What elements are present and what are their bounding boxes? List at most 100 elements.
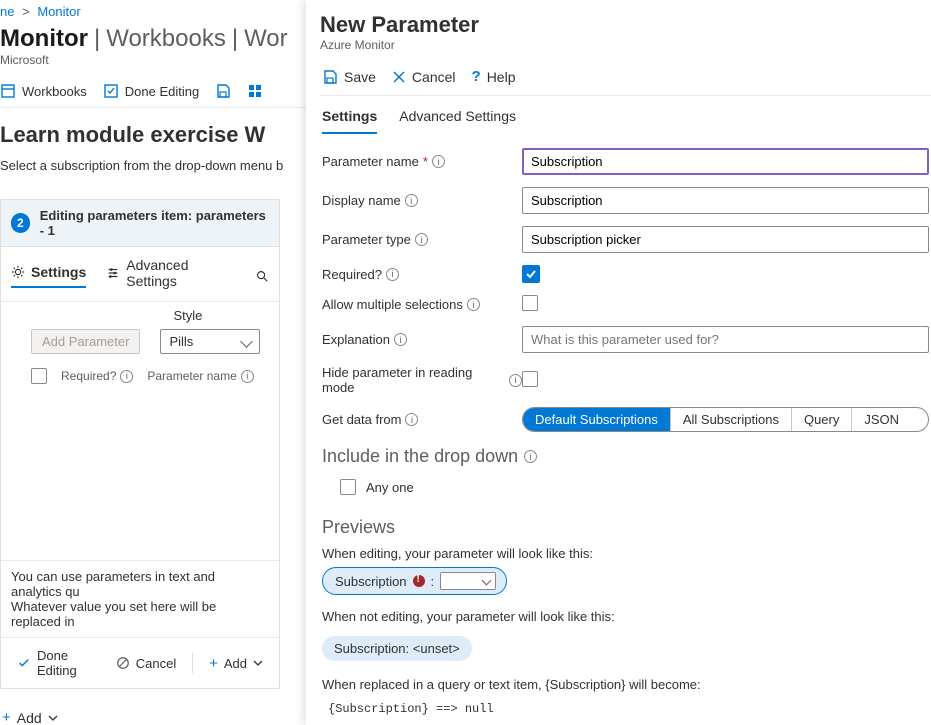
check-icon	[17, 656, 31, 670]
step-tab-advanced-label: Advanced Settings	[126, 257, 235, 289]
preview-query-text: When replaced in a query or text item, {…	[322, 677, 929, 692]
col-style-label: Style	[174, 308, 203, 323]
panel-title: New Parameter	[320, 12, 931, 38]
footer-add-label: Add	[17, 710, 42, 725]
sliders-icon	[106, 266, 120, 280]
hint-line-2: Whatever value you set here will be repl…	[11, 599, 269, 629]
step-action-row: Done Editing Cancel + Add	[1, 637, 279, 688]
step-tab-advanced[interactable]: Advanced Settings	[106, 257, 235, 295]
info-icon[interactable]: i	[241, 370, 254, 383]
info-icon[interactable]: i	[415, 233, 428, 246]
pill-all-subscriptions[interactable]: All Subscriptions	[670, 408, 791, 431]
hint-text: You can use parameters in text and analy…	[1, 560, 279, 637]
preview-editing-pill[interactable]: Subscription :	[322, 567, 507, 595]
error-icon	[413, 575, 425, 587]
panel-form: Parameter name* i Display name i Paramet…	[320, 134, 931, 720]
panel-tab-advanced[interactable]: Advanced Settings	[399, 108, 516, 134]
pill-query[interactable]: Query	[791, 408, 851, 431]
add-label: Add	[224, 656, 247, 671]
breadcrumb-sep: >	[22, 4, 30, 19]
info-icon[interactable]: i	[120, 370, 133, 383]
info-icon[interactable]: i	[524, 450, 537, 463]
preview-not-editing-text: When not editing, your parameter will lo…	[322, 609, 929, 624]
done-editing-label: Done Editing	[37, 648, 98, 678]
divider	[192, 653, 193, 673]
include-anyone-label: Any one	[366, 480, 414, 495]
select-all-checkbox[interactable]	[31, 368, 47, 384]
column-headers: x Style	[1, 302, 279, 327]
page-title-main: Monitor	[0, 25, 88, 53]
step-tab-settings-label: Settings	[31, 264, 86, 280]
toolbar-workbooks[interactable]: Workbooks	[0, 83, 87, 99]
panel-help-button[interactable]: ? Help	[472, 68, 516, 85]
param-name-input[interactable]	[522, 148, 929, 175]
toolbar-done-editing[interactable]: Done Editing	[103, 83, 199, 99]
done-icon	[103, 83, 119, 99]
add-parameter-button[interactable]: Add Parameter	[31, 329, 140, 354]
param-name-label: Parameter name* i	[322, 154, 522, 169]
param-table-body-empty	[1, 390, 279, 560]
page-title-workbooks: Workbooks	[106, 25, 226, 53]
info-icon[interactable]: i	[405, 413, 418, 426]
preview-pill-dropdown[interactable]	[440, 572, 496, 590]
info-icon[interactable]: i	[467, 298, 480, 311]
toolbar-save[interactable]	[215, 83, 231, 99]
display-name-input[interactable]	[522, 187, 929, 214]
get-data-label: Get data from i	[322, 412, 522, 427]
panel-tab-settings[interactable]: Settings	[322, 108, 377, 134]
param-type-label: Parameter type i	[322, 232, 522, 247]
grid-icon	[247, 83, 263, 99]
breadcrumb-monitor[interactable]: Monitor	[37, 4, 80, 19]
hide-param-checkbox[interactable]	[522, 371, 538, 387]
panel-save-button[interactable]: Save	[322, 68, 376, 85]
toolbar-workbooks-label: Workbooks	[22, 84, 87, 99]
pill-json[interactable]: JSON	[851, 408, 911, 431]
new-parameter-panel: New Parameter Azure Monitor Save Cancel …	[306, 0, 931, 725]
pill-default-subscriptions[interactable]: Default Subscriptions	[523, 408, 670, 431]
hide-param-label: Hide parameter in reading mode i	[322, 365, 522, 395]
panel-save-label: Save	[344, 69, 376, 85]
style-select[interactable]: Pills	[160, 329, 260, 354]
step-header-text: Editing parameters item: parameters - 1	[40, 208, 269, 238]
explanation-input[interactable]	[522, 326, 929, 353]
th-required: Required?	[61, 369, 116, 383]
save-icon	[215, 83, 231, 99]
done-editing-button[interactable]: Done Editing	[11, 644, 104, 682]
step-header: 2 Editing parameters item: parameters - …	[1, 200, 279, 247]
plus-icon: +	[209, 655, 218, 672]
allow-multi-label: Allow multiple selections i	[322, 297, 522, 312]
cancel-label: Cancel	[136, 656, 176, 671]
required-checkbox[interactable]	[522, 265, 540, 283]
parameters-step-panel: 2 Editing parameters item: parameters - …	[0, 199, 280, 689]
cancel-button[interactable]: Cancel	[110, 652, 182, 675]
prohibit-icon	[116, 656, 130, 670]
previews-section-header: Previews	[322, 517, 929, 538]
help-icon: ?	[472, 68, 481, 85]
info-icon[interactable]: i	[432, 155, 445, 168]
allow-multi-checkbox[interactable]	[522, 295, 538, 311]
include-section-header: Include in the drop down i	[322, 446, 929, 467]
search-icon[interactable]	[255, 269, 269, 283]
chevron-down-icon	[253, 658, 263, 668]
preview-code: {Subscription} ==> null	[322, 698, 929, 720]
step-tab-settings[interactable]: Settings	[11, 264, 86, 288]
include-anyone-checkbox[interactable]	[340, 479, 356, 495]
required-label: Required? i	[322, 267, 522, 282]
param-type-select[interactable]	[522, 226, 929, 253]
breadcrumb-home[interactable]: ne	[0, 4, 14, 19]
info-icon[interactable]: i	[386, 268, 399, 281]
page-title-trunc: Wor	[244, 25, 288, 53]
plus-icon: +	[2, 709, 11, 725]
get-data-pill-group: Default Subscriptions All Subscriptions …	[522, 407, 929, 432]
info-icon[interactable]: i	[394, 333, 407, 346]
step-badge: 2	[11, 213, 30, 233]
panel-tabs: Settings Advanced Settings	[320, 96, 931, 134]
info-icon[interactable]: i	[405, 194, 418, 207]
toolbar-more[interactable]	[247, 83, 263, 99]
panel-help-label: Help	[487, 69, 516, 85]
add-button[interactable]: + Add	[203, 651, 269, 676]
panel-cancel-button[interactable]: Cancel	[392, 68, 456, 85]
info-icon[interactable]: i	[509, 374, 522, 387]
display-name-label: Display name i	[322, 193, 522, 208]
save-icon	[322, 69, 338, 85]
